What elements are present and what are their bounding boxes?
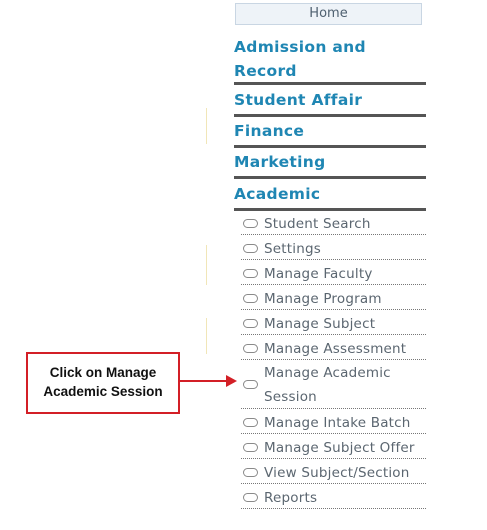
home-button[interactable]: Home bbox=[235, 3, 422, 25]
menu-item-label: Manage Faculty bbox=[264, 266, 373, 282]
menu-item-manage-assessment[interactable]: Manage Assessment bbox=[241, 335, 426, 360]
callout-line2: Academic Session bbox=[43, 384, 163, 399]
menu-item-label-line2: Session bbox=[264, 389, 317, 405]
menu-item-label: View Subject/Section bbox=[264, 465, 410, 481]
menu-section-academic[interactable]: Academic bbox=[234, 183, 426, 205]
rounded-bullet-icon bbox=[243, 219, 258, 228]
menu-item-label-line1: Manage Academic bbox=[264, 365, 391, 381]
menu-section-label-line2: Record bbox=[234, 62, 297, 80]
menu-item-label: Settings bbox=[264, 241, 321, 257]
rounded-bullet-icon bbox=[243, 493, 258, 502]
arrow-shaft bbox=[180, 380, 228, 382]
menu-item-label: Manage Intake Batch bbox=[264, 415, 411, 431]
menu-section-admission-and-record[interactable]: Admission and Record bbox=[234, 35, 426, 83]
menu-item-label: Manage Subject Offer bbox=[264, 440, 415, 456]
section-divider bbox=[234, 82, 426, 85]
menu-item-label: Manage Subject bbox=[264, 316, 376, 332]
rounded-bullet-icon bbox=[243, 443, 258, 452]
menu-section-marketing[interactable]: Marketing bbox=[234, 151, 426, 173]
menu-item-manage-subject-offer[interactable]: Manage Subject Offer bbox=[241, 434, 426, 459]
menu-item-manage-academic-session[interactable]: Manage Academic Session bbox=[241, 360, 426, 409]
decorative-line bbox=[206, 108, 207, 144]
rounded-bullet-icon bbox=[243, 344, 258, 353]
rounded-bullet-icon bbox=[243, 418, 258, 427]
section-divider bbox=[234, 145, 426, 148]
menu-item-label: Manage Academic Session bbox=[264, 361, 424, 409]
menu-item-manage-faculty[interactable]: Manage Faculty bbox=[241, 260, 426, 285]
menu-item-label: Student Search bbox=[264, 216, 371, 232]
menu-item-manage-subject[interactable]: Manage Subject bbox=[241, 310, 426, 335]
menu-section-label-line1: Admission and bbox=[234, 38, 366, 56]
decorative-line bbox=[206, 318, 207, 354]
decorative-line bbox=[206, 245, 207, 285]
callout-line1: Click on Manage bbox=[49, 365, 157, 380]
rounded-bullet-icon bbox=[243, 319, 258, 328]
menu-item-student-search[interactable]: Student Search bbox=[241, 210, 426, 235]
instruction-callout: Click on Manage Academic Session bbox=[26, 352, 180, 414]
menu-item-settings[interactable]: Settings bbox=[241, 235, 426, 260]
section-divider bbox=[234, 176, 426, 179]
menu-item-label: Reports bbox=[264, 490, 318, 506]
menu-section-student-affair[interactable]: Student Affair bbox=[234, 89, 426, 111]
rounded-bullet-icon bbox=[243, 380, 258, 389]
menu-item-manage-intake-batch[interactable]: Manage Intake Batch bbox=[241, 409, 426, 434]
section-divider bbox=[234, 114, 426, 117]
rounded-bullet-icon bbox=[243, 269, 258, 278]
menu-item-reports[interactable]: Reports bbox=[241, 484, 426, 509]
rounded-bullet-icon bbox=[243, 244, 258, 253]
menu-item-label: Manage Assessment bbox=[264, 341, 407, 357]
arrow-right-icon bbox=[226, 375, 237, 387]
menu-section-finance[interactable]: Finance bbox=[234, 120, 426, 142]
menu-item-view-subject-section[interactable]: View Subject/Section bbox=[241, 459, 426, 484]
rounded-bullet-icon bbox=[243, 294, 258, 303]
rounded-bullet-icon bbox=[243, 468, 258, 477]
menu-item-label: Manage Program bbox=[264, 291, 382, 307]
menu-item-manage-program[interactable]: Manage Program bbox=[241, 285, 426, 310]
